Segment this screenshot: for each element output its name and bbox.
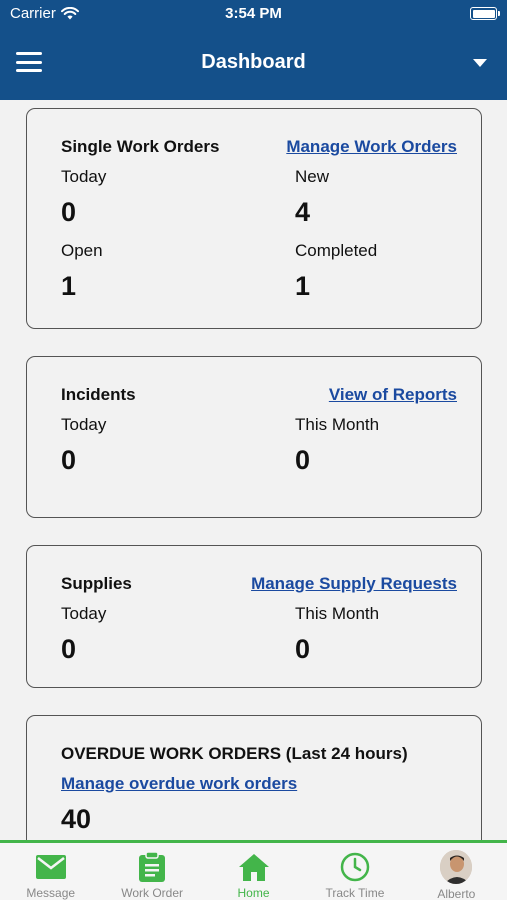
new-count: 4 (295, 197, 311, 227)
manage-overdue-link[interactable]: Manage overdue work orders (61, 774, 297, 794)
supplies-title: Supplies (61, 574, 132, 593)
navigation-bar: Dashboard (0, 38, 507, 88)
tab-profile-label: Alberto (437, 887, 476, 900)
home-icon (238, 851, 270, 882)
chevron-down-icon[interactable] (473, 59, 487, 67)
avatar (440, 850, 473, 884)
new-label: New (295, 167, 330, 186)
incidents-month-label: This Month (295, 415, 380, 434)
supplies-today-count: 0 (61, 634, 77, 664)
dashboard-content[interactable]: Single Work Orders Manage Work Orders To… (0, 100, 507, 840)
incidents-card: Incidents View of Reports Today This Mon… (26, 356, 482, 518)
tab-home[interactable]: Home (203, 843, 304, 900)
tab-bar: Message Work Order Home Track Time Alber… (0, 840, 507, 900)
battery-icon (470, 7, 500, 20)
incidents-today-label: Today (61, 415, 107, 434)
open-count: 1 (61, 271, 77, 301)
tab-track-time-label: Track Time (325, 886, 385, 900)
open-label: Open (61, 241, 103, 260)
clock-icon (339, 851, 371, 882)
manage-supply-requests-link[interactable]: Manage Supply Requests (251, 574, 457, 594)
mail-icon (35, 851, 67, 882)
status-bar: Carrier 3:54 PM (0, 0, 507, 28)
clipboard-icon (136, 851, 168, 882)
today-count: 0 (61, 197, 77, 227)
top-header: Carrier 3:54 PM Dashboard (0, 0, 507, 100)
tab-profile[interactable]: Alberto (406, 843, 507, 900)
work-orders-title: Single Work Orders (61, 137, 220, 156)
page-title: Dashboard (201, 51, 306, 73)
incidents-title: Incidents (61, 385, 136, 404)
work-orders-card: Single Work Orders Manage Work Orders To… (26, 108, 482, 329)
overdue-work-orders-card: OVERDUE WORK ORDERS (Last 24 hours) Mana… (26, 715, 482, 840)
view-reports-link[interactable]: View of Reports (329, 385, 457, 405)
manage-work-orders-link[interactable]: Manage Work Orders (286, 137, 457, 157)
tab-work-order-label: Work Order (121, 886, 183, 900)
supplies-card: Supplies Manage Supply Requests Today Th… (26, 545, 482, 688)
tab-message-label: Message (26, 886, 76, 900)
today-label: Today (61, 167, 107, 186)
overdue-count: 40 (61, 804, 92, 834)
tab-home-label: Home (237, 886, 270, 900)
tab-work-order[interactable]: Work Order (101, 843, 202, 900)
completed-count: 1 (295, 271, 311, 301)
supplies-today-label: Today (61, 604, 107, 623)
supplies-month-label: This Month (295, 604, 380, 623)
completed-label: Completed (295, 241, 378, 260)
supplies-month-count: 0 (295, 634, 311, 664)
tab-message[interactable]: Message (0, 843, 101, 900)
overdue-title: OVERDUE WORK ORDERS (Last 24 hours) (61, 744, 408, 763)
incidents-today-count: 0 (61, 445, 77, 475)
incidents-month-count: 0 (295, 445, 311, 475)
status-time: 3:54 PM (225, 5, 282, 22)
tab-track-time[interactable]: Track Time (304, 843, 405, 900)
